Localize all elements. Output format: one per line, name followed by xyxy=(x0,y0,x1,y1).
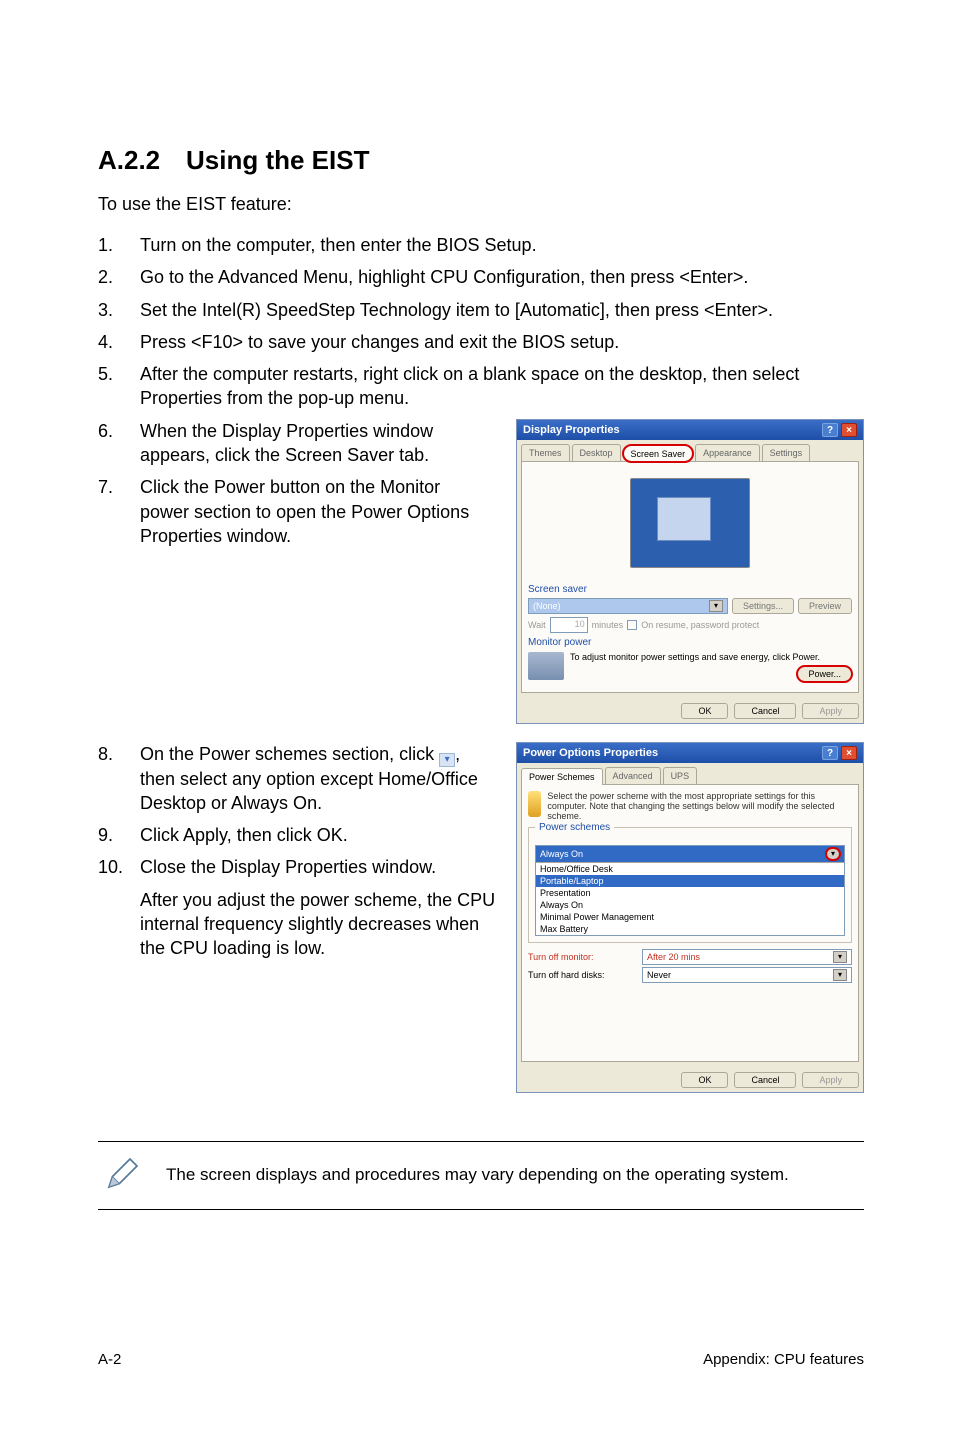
steps-list: 1.Turn on the computer, then enter the B… xyxy=(98,233,864,411)
close-icon[interactable]: × xyxy=(841,746,857,760)
apply-button[interactable]: Apply xyxy=(802,1072,859,1088)
display-properties-window: Display Properties ? × Themes Desktop Sc… xyxy=(516,419,864,724)
turnoff-hdd-select[interactable]: Never ▾ xyxy=(642,967,852,983)
steps-list: 8. On the Power schemes section, click ▾… xyxy=(98,742,504,880)
turnoff-monitor-label: Turn off monitor: xyxy=(528,952,636,962)
preview-button[interactable]: Preview xyxy=(798,598,852,614)
cancel-button[interactable]: Cancel xyxy=(734,1072,796,1088)
apply-button[interactable]: Apply xyxy=(802,703,859,719)
step-num: 7. xyxy=(98,475,140,548)
scheme-option[interactable]: Presentation xyxy=(536,887,844,899)
intro-text: To use the EIST feature: xyxy=(98,194,864,215)
on-resume-checkbox[interactable] xyxy=(627,620,637,630)
scheme-option[interactable]: Portable/Laptop xyxy=(536,875,844,887)
step-text: After the computer restarts, right click… xyxy=(140,362,864,411)
section-heading: A.2.2Using the EIST xyxy=(98,145,864,176)
monitor-preview xyxy=(528,468,852,578)
scheme-option[interactable]: Home/Office Desk xyxy=(536,863,844,875)
note-box: The screen displays and procedures may v… xyxy=(98,1141,864,1210)
close-icon[interactable]: × xyxy=(841,423,857,437)
on-resume-label: On resume, password protect xyxy=(641,620,759,630)
step-text: Close the Display Properties window. xyxy=(140,855,504,879)
monitor-power-section-label: Monitor power xyxy=(528,637,852,648)
power-options-window: Power Options Properties ? × Power Schem… xyxy=(516,742,864,1093)
power-scheme-desc: Select the power scheme with the most ap… xyxy=(547,791,852,821)
screensaver-section-label: Screen saver xyxy=(528,584,852,595)
chevron-down-icon: ▾ xyxy=(439,753,455,767)
help-icon[interactable]: ? xyxy=(822,423,838,437)
window-title: Display Properties xyxy=(523,424,620,436)
window-title: Power Options Properties xyxy=(523,747,658,759)
power-scheme-icon xyxy=(528,791,541,817)
scheme-option[interactable]: Minimal Power Management xyxy=(536,911,844,923)
tab-ups[interactable]: UPS xyxy=(663,767,698,784)
power-tabbar: Power Schemes Advanced UPS xyxy=(517,763,863,784)
step-text: Click Apply, then click OK. xyxy=(140,823,504,847)
tab-settings[interactable]: Settings xyxy=(762,444,811,461)
after-step-note: After you adjust the power scheme, the C… xyxy=(140,888,504,961)
step-num: 10. xyxy=(98,855,140,879)
monitor-power-icon xyxy=(528,652,564,680)
heading-title: Using the EIST xyxy=(186,145,369,175)
wait-unit: minutes xyxy=(592,620,624,630)
turnoff-monitor-value: After 20 mins xyxy=(647,952,700,962)
scheme-option[interactable]: Always On xyxy=(536,899,844,911)
step-text: Turn on the computer, then enter the BIO… xyxy=(140,233,864,257)
step-text: Press <F10> to save your changes and exi… xyxy=(140,330,864,354)
chevron-down-icon[interactable]: ▾ xyxy=(826,848,840,860)
screensaver-value: (None) xyxy=(533,601,561,611)
step-num: 9. xyxy=(98,823,140,847)
tab-screen-saver[interactable]: Screen Saver xyxy=(623,445,694,462)
monitor-power-desc: To adjust monitor power settings and sav… xyxy=(570,652,852,662)
screensaver-select[interactable]: (None) ▾ xyxy=(528,598,728,614)
pencil-icon xyxy=(102,1152,144,1199)
tab-power-schemes[interactable]: Power Schemes xyxy=(521,768,603,785)
display-tabbar: Themes Desktop Screen Saver Appearance S… xyxy=(517,440,863,461)
step-text: On the Power schemes section, click ▾, t… xyxy=(140,742,504,815)
tab-advanced[interactable]: Advanced xyxy=(605,767,661,784)
ok-button[interactable]: OK xyxy=(681,703,728,719)
power-button[interactable]: Power... xyxy=(797,666,852,682)
step-text: When the Display Properties window appea… xyxy=(140,419,504,468)
chevron-down-icon: ▾ xyxy=(709,600,723,612)
step-num: 4. xyxy=(98,330,140,354)
tab-appearance[interactable]: Appearance xyxy=(695,444,760,461)
step-text: Click the Power button on the Monitor po… xyxy=(140,475,504,548)
page-number: A-2 xyxy=(98,1351,121,1368)
wait-label: Wait xyxy=(528,620,546,630)
help-icon[interactable]: ? xyxy=(822,746,838,760)
cancel-button[interactable]: Cancel xyxy=(734,703,796,719)
power-scheme-select[interactable]: Always On ▾ Home/Office Desk Portable/La… xyxy=(535,845,845,936)
note-text: The screen displays and procedures may v… xyxy=(166,1164,789,1187)
turnoff-hdd-label: Turn off hard disks: xyxy=(528,970,636,980)
page-footer: A-2 Appendix: CPU features xyxy=(98,1351,864,1368)
chevron-down-icon: ▾ xyxy=(833,969,847,981)
power-schemes-label: Power schemes xyxy=(535,822,614,833)
settings-button[interactable]: Settings... xyxy=(732,598,794,614)
step-num: 8. xyxy=(98,742,140,815)
wait-spinner[interactable]: 10 xyxy=(550,617,588,633)
scheme-selected: Always On xyxy=(540,849,583,859)
tab-themes[interactable]: Themes xyxy=(521,444,570,461)
turnoff-monitor-select[interactable]: After 20 mins ▾ xyxy=(642,949,852,965)
footer-title: Appendix: CPU features xyxy=(703,1351,864,1368)
step-num: 5. xyxy=(98,362,140,411)
step-num: 1. xyxy=(98,233,140,257)
step-text: Go to the Advanced Menu, highlight CPU C… xyxy=(140,265,864,289)
step-num: 3. xyxy=(98,298,140,322)
step-num: 2. xyxy=(98,265,140,289)
step-num: 6. xyxy=(98,419,140,468)
chevron-down-icon: ▾ xyxy=(833,951,847,963)
tab-desktop[interactable]: Desktop xyxy=(572,444,621,461)
turnoff-hdd-value: Never xyxy=(647,970,671,980)
scheme-option[interactable]: Max Battery xyxy=(536,923,844,935)
steps-list: 6.When the Display Properties window app… xyxy=(98,419,504,548)
ok-button[interactable]: OK xyxy=(681,1072,728,1088)
heading-number: A.2.2 xyxy=(98,145,186,176)
step-text: Set the Intel(R) SpeedStep Technology it… xyxy=(140,298,864,322)
